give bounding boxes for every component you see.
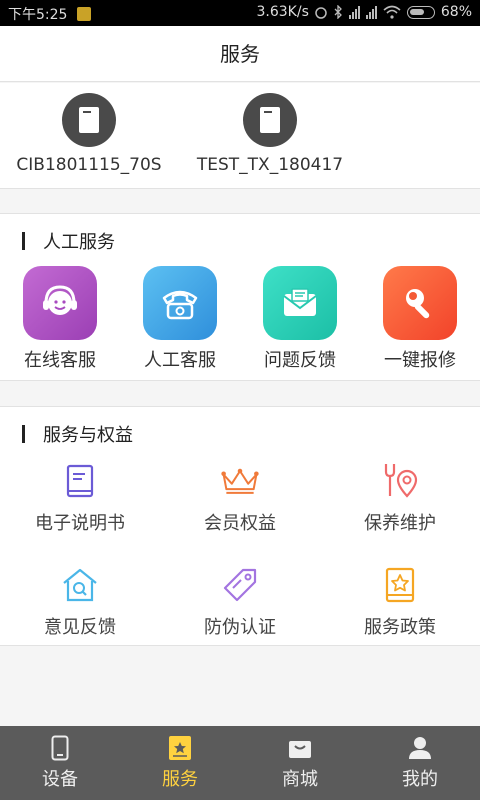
- crown-icon: [220, 461, 260, 501]
- nav-devices[interactable]: 设备: [0, 726, 120, 800]
- benefit-manual[interactable]: 电子说明书: [0, 461, 160, 535]
- benefit-maintenance[interactable]: 保养维护: [320, 461, 480, 535]
- service-feedback[interactable]: 问题反馈: [240, 266, 360, 372]
- service-label: 在线客服: [24, 350, 96, 371]
- nav-mall[interactable]: 商城: [240, 726, 360, 800]
- benefits-section: 服务与权益 电子说明书 会员权益 保养维护 意见反馈 防伪认证 服务政策: [0, 406, 480, 646]
- nav-label: 我的: [402, 769, 438, 790]
- benefit-anti-counterfeit[interactable]: 防伪认证: [160, 565, 320, 639]
- network-speed: 3.63K/s: [256, 4, 309, 20]
- service-repair[interactable]: 一键报修: [360, 266, 480, 372]
- maintenance-location-icon: [380, 461, 420, 501]
- service-label: 人工客服: [144, 350, 216, 371]
- service-human-support[interactable]: 人工客服: [120, 266, 240, 372]
- bottom-navigation: 设备 服务 商城 我的: [0, 726, 480, 800]
- nav-label: 服务: [162, 769, 198, 790]
- service-star-icon: [167, 735, 193, 761]
- benefit-label: 意见反馈: [44, 617, 116, 638]
- benefit-service-policy[interactable]: 服务政策: [320, 565, 480, 639]
- device-icon: [243, 93, 297, 147]
- device-list: CIB1801115_70S TEST_TX_180417: [0, 83, 480, 189]
- benefit-label: 防伪认证: [204, 617, 276, 638]
- benefit-membership[interactable]: 会员权益: [160, 461, 320, 535]
- device-item[interactable]: TEST_TX_180417: [185, 93, 355, 175]
- section-marker: [22, 425, 25, 443]
- benefit-label: 保养维护: [364, 513, 436, 534]
- section-title: 服务与权益: [43, 425, 133, 446]
- device-item[interactable]: CIB1801115_70S: [4, 93, 174, 175]
- bluetooth-icon: [334, 5, 342, 19]
- nav-me[interactable]: 我的: [360, 726, 480, 800]
- section-marker: [22, 232, 25, 250]
- manual-service-section: 人工服务 在线客服 人工客服 问题反馈 一键报修: [0, 213, 480, 381]
- nav-label: 设备: [42, 769, 78, 790]
- wrench-icon: [383, 266, 457, 340]
- header: 服务: [0, 26, 480, 82]
- section-title: 人工服务: [43, 232, 115, 253]
- service-online-support[interactable]: 在线客服: [0, 266, 120, 372]
- signal-icon: [348, 5, 360, 19]
- mail-icon: [263, 266, 337, 340]
- nav-service[interactable]: 服务: [120, 726, 240, 800]
- benefit-opinion-feedback[interactable]: 意见反馈: [0, 565, 160, 639]
- app-notification-icon: [77, 7, 92, 21]
- device-name: CIB1801115_70S: [16, 155, 162, 175]
- book-icon: [60, 461, 100, 501]
- benefit-label: 电子说明书: [35, 513, 125, 534]
- tag-icon: [220, 565, 260, 605]
- shopping-bag-icon: [287, 735, 313, 761]
- wifi-icon: [383, 5, 401, 19]
- nav-label: 商城: [282, 769, 318, 790]
- service-label: 一键报修: [384, 350, 456, 371]
- status-bar: 下午5:25 3.63K/s 68%: [0, 0, 480, 26]
- benefit-label: 会员权益: [204, 513, 276, 534]
- status-time: 下午5:25: [8, 7, 68, 23]
- page-title: 服务: [220, 42, 260, 66]
- benefit-label: 服务政策: [364, 617, 436, 638]
- battery-icon: [406, 5, 435, 19]
- section-header: 人工服务: [22, 228, 115, 254]
- star-badge-icon: [380, 565, 420, 605]
- device-name: TEST_TX_180417: [196, 155, 344, 175]
- service-label: 问题反馈: [264, 350, 336, 371]
- section-header: 服务与权益: [22, 421, 133, 447]
- telephone-icon: [143, 266, 217, 340]
- user-icon: [407, 735, 433, 761]
- alarm-icon: [315, 7, 327, 19]
- phone-icon: [47, 735, 73, 761]
- signal-icon-2: [365, 5, 377, 19]
- battery-level: 68%: [440, 4, 472, 20]
- house-search-icon: [60, 565, 100, 605]
- headset-icon: [23, 266, 97, 340]
- device-icon: [62, 93, 116, 147]
